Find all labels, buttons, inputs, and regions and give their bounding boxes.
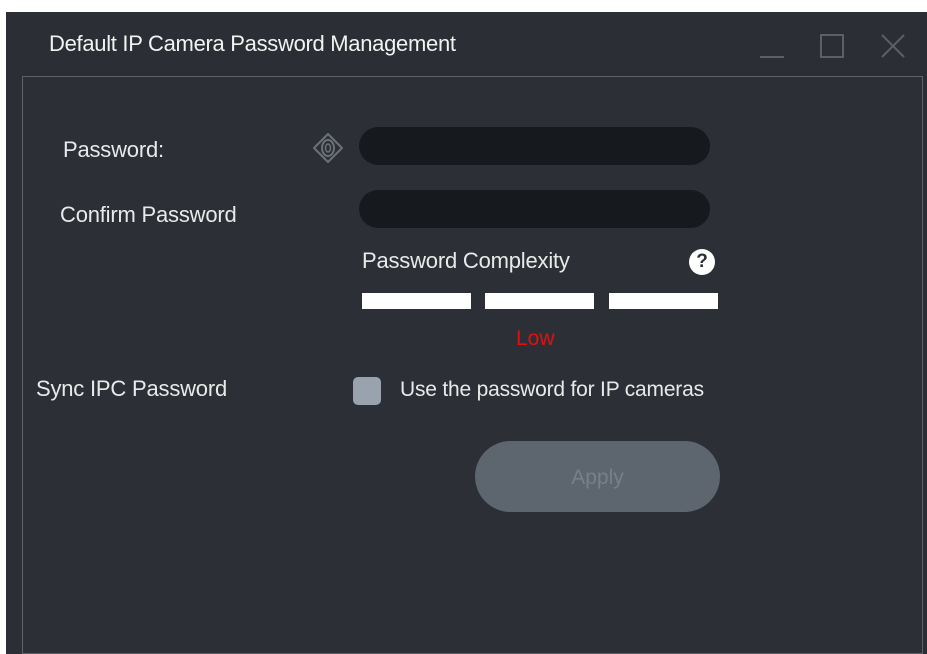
strength-bar — [609, 293, 718, 309]
password-input[interactable] — [359, 127, 710, 165]
password-management-window: Default IP Camera Password Management Pa… — [6, 12, 927, 654]
confirm-password-input[interactable] — [359, 190, 710, 228]
sync-password-checkbox[interactable] — [353, 377, 381, 405]
strength-bar — [485, 293, 594, 309]
eye-icon[interactable] — [311, 131, 345, 165]
minimize-icon[interactable] — [758, 32, 786, 60]
window-title: Default IP Camera Password Management — [49, 31, 456, 56]
close-icon[interactable] — [879, 32, 907, 60]
password-label: Password: — [63, 137, 164, 162]
maximize-icon[interactable] — [818, 32, 846, 60]
strength-bar — [362, 293, 471, 309]
sync-ipc-password-label: Sync IPC Password — [36, 376, 228, 401]
sync-password-checkbox-label[interactable]: Use the password for IP cameras — [400, 378, 704, 402]
confirm-password-label: Confirm Password — [60, 202, 237, 227]
title-bar[interactable]: Default IP Camera Password Management — [6, 12, 927, 76]
dialog-content: Password: Confirm Password Password Comp… — [22, 76, 923, 654]
strength-level-text: Low — [516, 327, 555, 350]
apply-button[interactable]: Apply — [475, 441, 720, 512]
password-complexity-label: Password Complexity — [362, 248, 570, 273]
help-icon[interactable]: ? — [689, 249, 715, 275]
